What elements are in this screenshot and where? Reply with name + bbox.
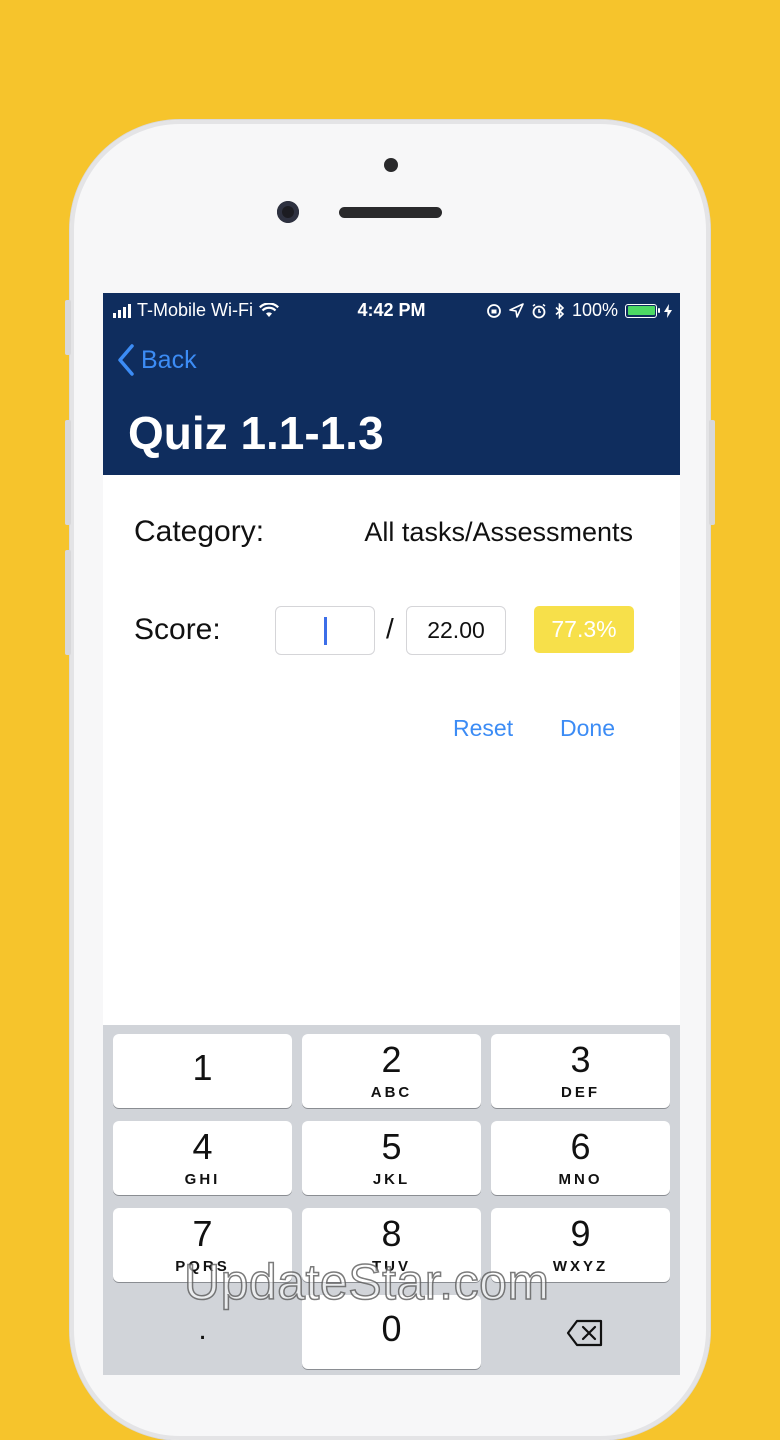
key-1[interactable]: 1 — [113, 1034, 292, 1108]
status-bar: T-Mobile Wi-Fi 4:42 PM 100% — [103, 293, 680, 327]
category-label: Category: — [134, 515, 265, 548]
text-caret — [324, 617, 327, 645]
chevron-left-icon — [118, 344, 134, 376]
watermark-text: UpdateStar.com — [183, 1253, 550, 1311]
key-digit: 3 — [570, 1039, 591, 1080]
backspace-icon — [566, 1319, 603, 1347]
orientation-lock-icon — [487, 303, 501, 318]
battery-percentage: 100% — [571, 300, 618, 320]
category-value[interactable]: All tasks/Assessments — [364, 517, 633, 548]
reset-button[interactable]: Reset — [453, 715, 513, 742]
key-letters: DEF — [561, 1084, 600, 1101]
key-digit: 2 — [381, 1039, 402, 1080]
key-digit: 0 — [381, 1308, 402, 1349]
front-camera — [277, 201, 299, 223]
proximity-sensor — [384, 158, 398, 172]
decimal-label: . — [198, 1313, 207, 1346]
score-separator: / — [386, 613, 394, 644]
mute-switch — [65, 300, 71, 355]
key-letters: ABC — [370, 1084, 413, 1101]
key-3[interactable]: 3 DEF — [491, 1034, 670, 1108]
volume-down-button — [65, 550, 71, 655]
key-letters: GHI — [184, 1171, 221, 1188]
charging-icon — [664, 303, 672, 318]
key-letters: MNO — [558, 1171, 603, 1188]
key-2[interactable]: 2 ABC — [302, 1034, 481, 1108]
done-button[interactable]: Done — [560, 715, 615, 742]
earpiece-speaker — [339, 207, 442, 218]
screen: T-Mobile Wi-Fi 4:42 PM 100% Back Quiz 1.… — [103, 293, 680, 1375]
navigation-bar: T-Mobile Wi-Fi 4:42 PM 100% Back Quiz 1.… — [103, 293, 680, 475]
location-icon — [509, 303, 524, 318]
key-digit: 8 — [381, 1213, 402, 1254]
key-letters: JKL — [372, 1171, 411, 1188]
power-button — [709, 420, 715, 525]
percentage-badge: 77.3% — [534, 606, 634, 653]
key-digit: 5 — [381, 1126, 402, 1167]
key-digit: 4 — [192, 1126, 213, 1167]
battery-icon — [625, 303, 660, 318]
key-digit: 7 — [192, 1213, 213, 1254]
key-6[interactable]: 6 MNO — [491, 1121, 670, 1195]
score-label: Score: — [134, 613, 221, 646]
numeric-keypad: 1 2 ABC 3 DEF 4 GHI 5 JKL 6 MNO 7 PQRS 8… — [103, 1025, 680, 1375]
alarm-icon — [532, 303, 546, 318]
key-5[interactable]: 5 JKL — [302, 1121, 481, 1195]
volume-up-button — [65, 420, 71, 525]
bluetooth-icon — [555, 302, 565, 319]
key-4[interactable]: 4 GHI — [113, 1121, 292, 1195]
back-label: Back — [141, 345, 197, 374]
key-digit: 6 — [570, 1126, 591, 1167]
page-title: Quiz 1.1-1.3 — [128, 407, 384, 459]
back-button[interactable]: Back — [117, 344, 197, 376]
score-input[interactable] — [275, 606, 375, 655]
key-digit: 9 — [570, 1213, 591, 1254]
key-digit: 1 — [192, 1047, 213, 1088]
total-points-input[interactable]: 22.00 — [406, 606, 506, 655]
